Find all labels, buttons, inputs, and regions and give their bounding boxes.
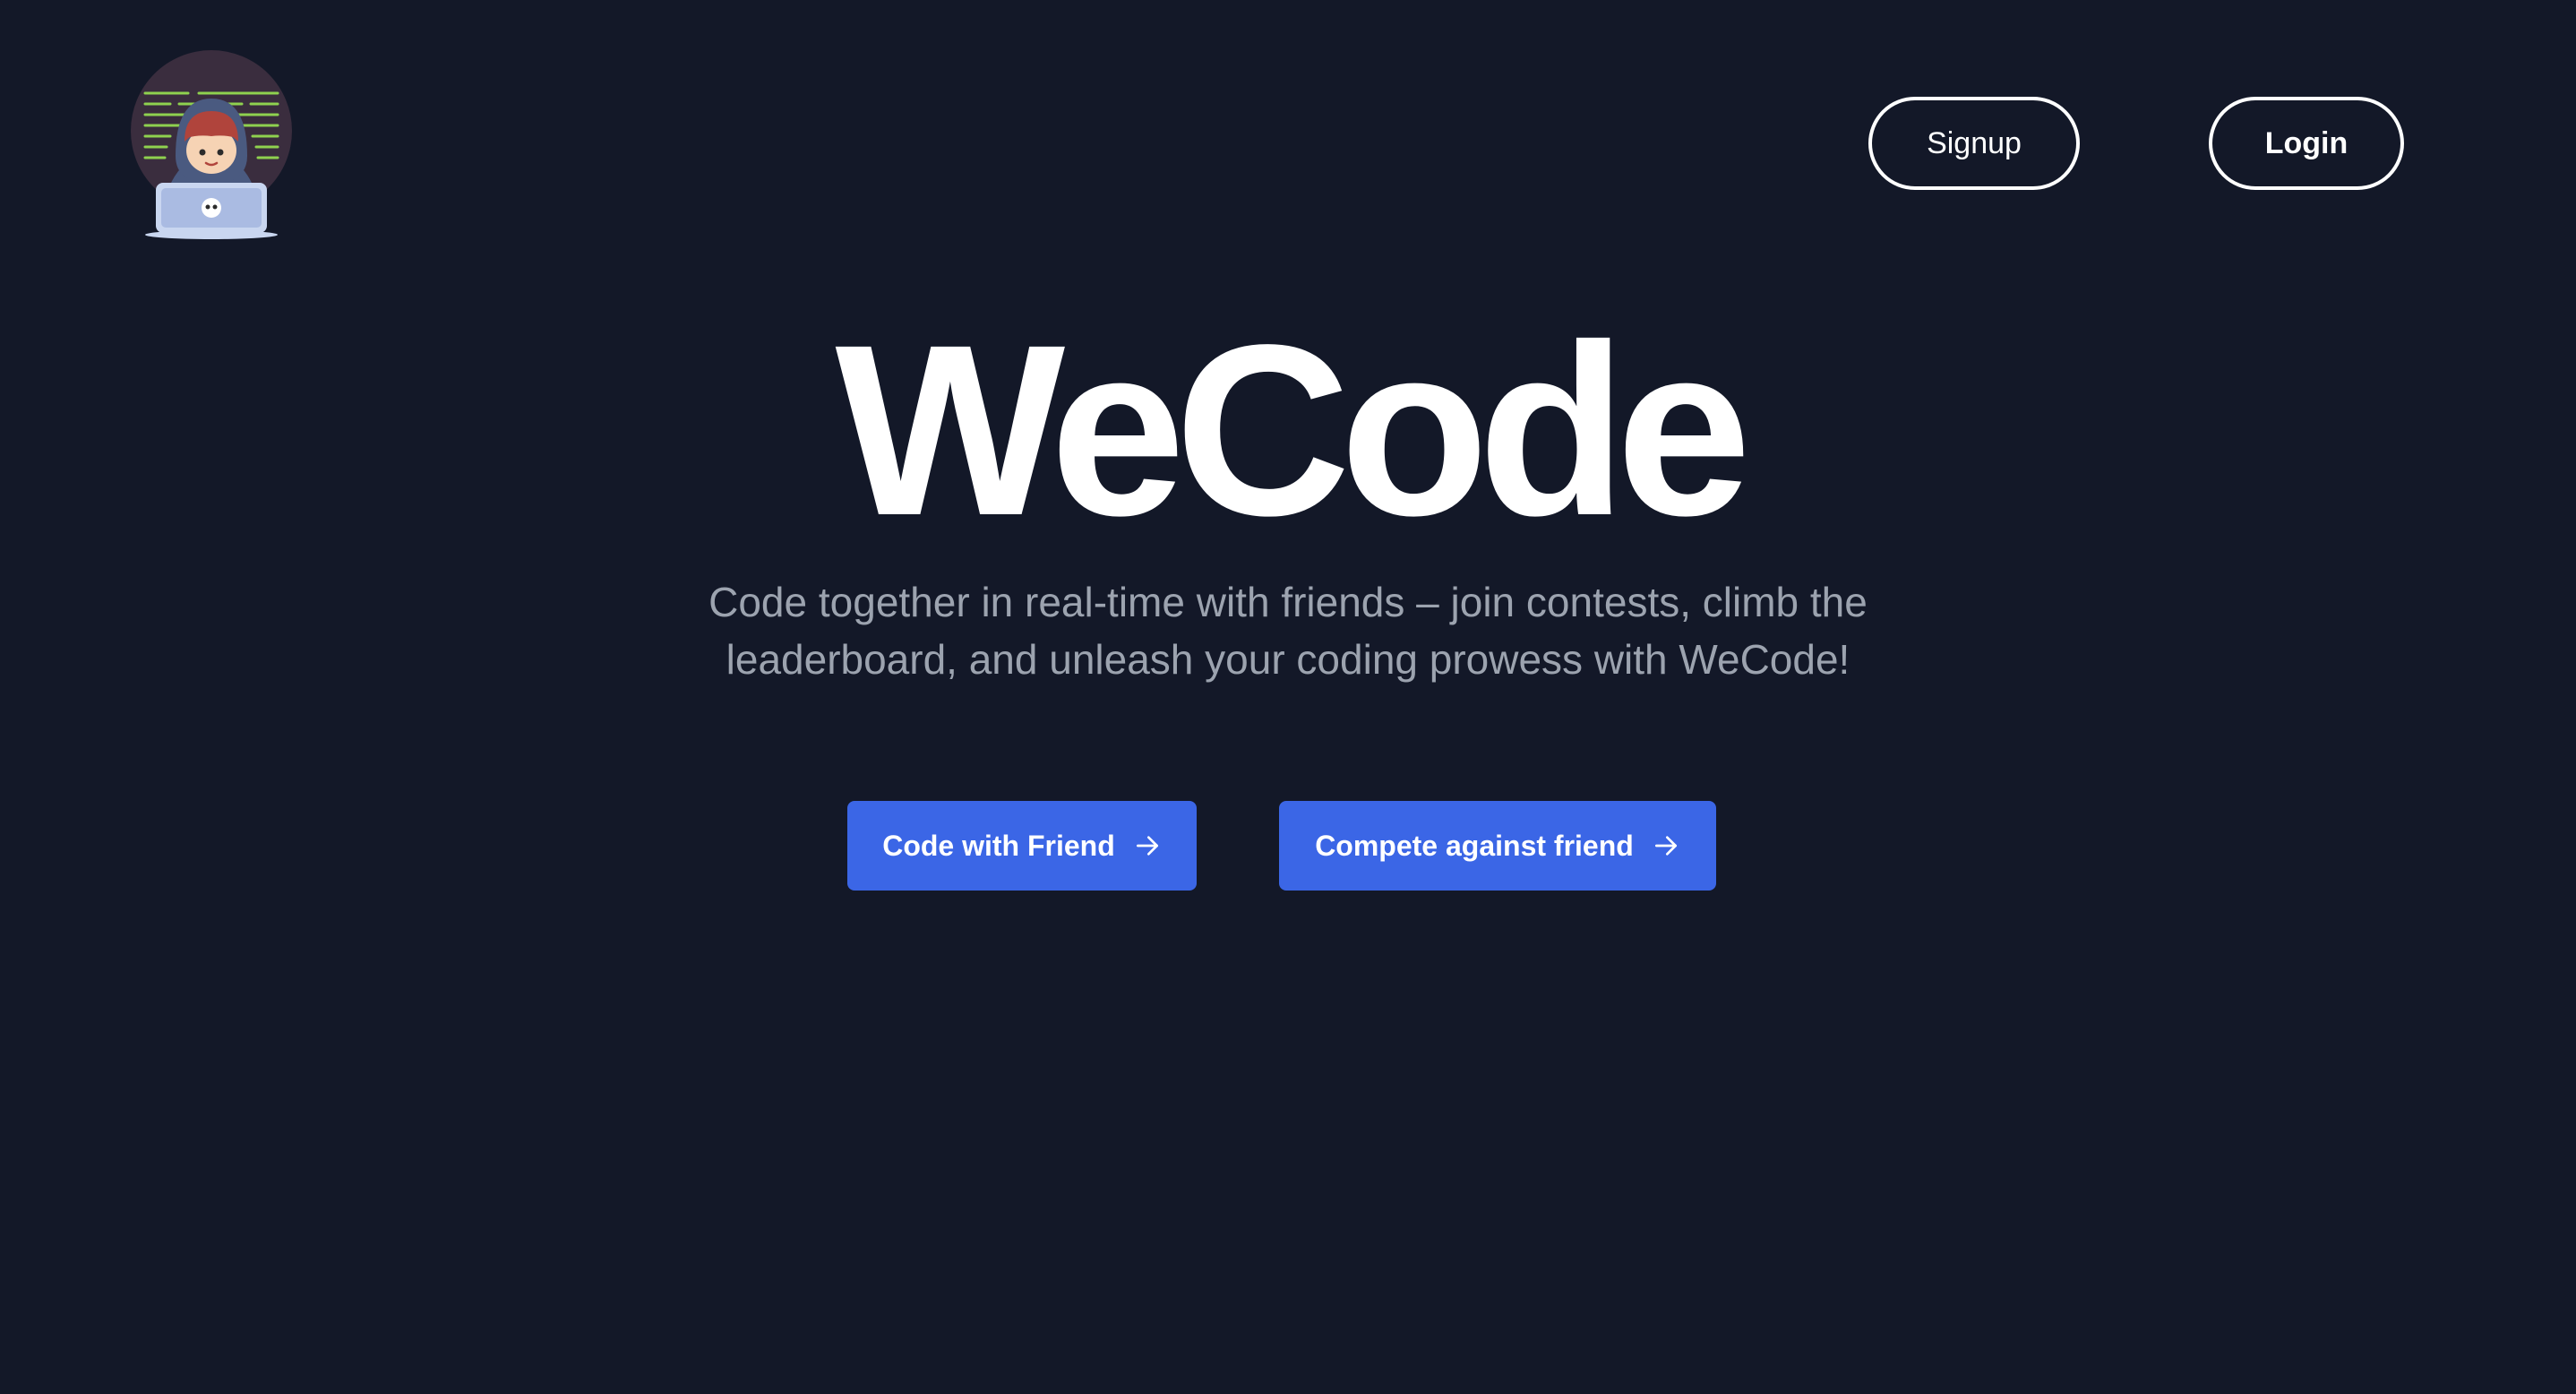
compete-against-friend-button[interactable]: Compete against friend: [1279, 801, 1716, 891]
signup-button-label: Signup: [1927, 125, 2022, 160]
code-with-friend-button[interactable]: Code with Friend: [847, 801, 1197, 891]
compete-against-friend-label: Compete against friend: [1315, 829, 1634, 862]
landing-page: Signup Login WeCode Code together in rea…: [0, 0, 2576, 1394]
logo[interactable]: [125, 48, 297, 240]
login-button-label: Login: [2264, 125, 2348, 160]
arrow-right-icon: [1133, 831, 1162, 860]
hero-title: WeCode: [835, 294, 1751, 566]
hooded-coder-laptop-icon: [131, 50, 292, 239]
code-with-friend-label: Code with Friend: [882, 829, 1115, 862]
hero-subtitle: Code together in real-time with friends …: [708, 579, 1868, 683]
login-button[interactable]: Login: [2209, 97, 2404, 190]
arrow-right-icon: [1652, 831, 1680, 860]
signup-button[interactable]: Signup: [1868, 97, 2080, 190]
